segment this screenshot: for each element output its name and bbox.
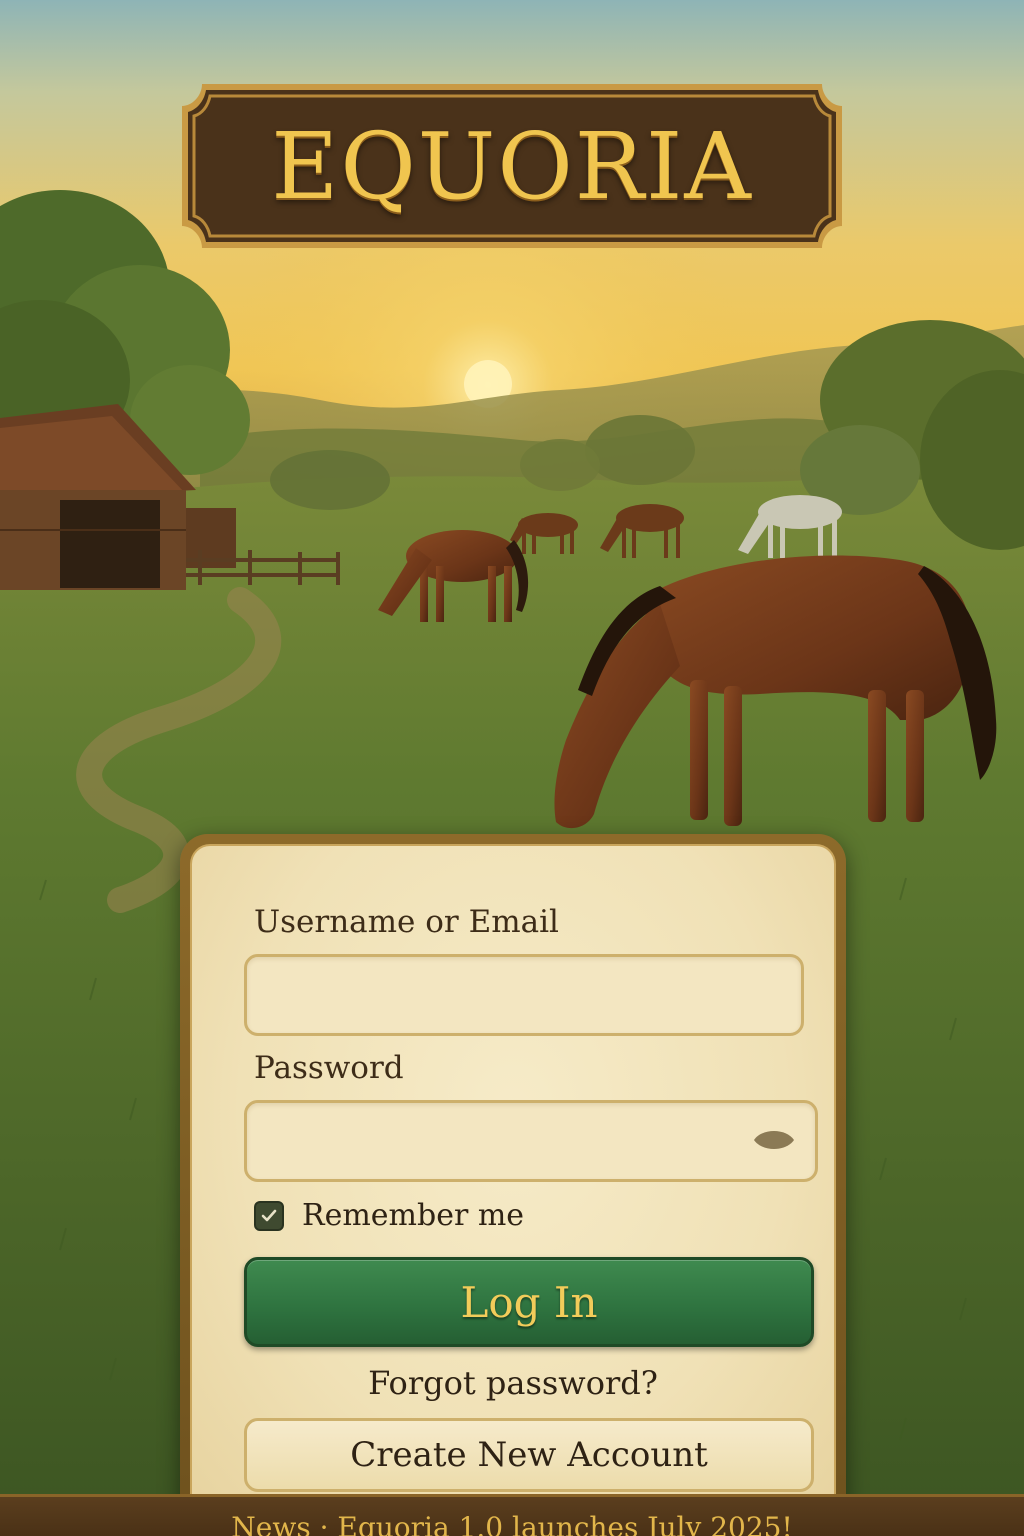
username-label: Username or Email xyxy=(254,904,559,940)
login-form: Username or Email Password Remember me L… xyxy=(190,844,836,1514)
remember-me-checkbox[interactable]: Remember me xyxy=(254,1198,524,1233)
checkmark-icon xyxy=(261,1209,277,1221)
news-ticker-text[interactable]: News · Equoria 1.0 launches July 2025! xyxy=(0,1511,1024,1536)
password-input[interactable] xyxy=(244,1100,818,1182)
login-panel: Username or Email Password Remember me L… xyxy=(180,834,846,1514)
forgot-password-link[interactable]: Forgot password? xyxy=(192,1364,834,1402)
username-input[interactable] xyxy=(244,954,804,1036)
news-ticker: News · Equoria 1.0 launches July 2025! xyxy=(0,1494,1024,1536)
password-label: Password xyxy=(254,1050,404,1086)
logo-sign: EQUORIA xyxy=(180,82,844,250)
login-screen: EQUORIA Username or Email Password Remem… xyxy=(0,0,1024,1536)
login-button[interactable]: Log In xyxy=(244,1257,814,1347)
create-account-button[interactable]: Create New Account xyxy=(244,1418,814,1492)
app-logo: EQUORIA xyxy=(271,112,753,220)
eye-icon[interactable] xyxy=(752,1126,796,1154)
checkbox-box[interactable] xyxy=(254,1200,284,1231)
remember-me-label: Remember me xyxy=(302,1198,525,1233)
